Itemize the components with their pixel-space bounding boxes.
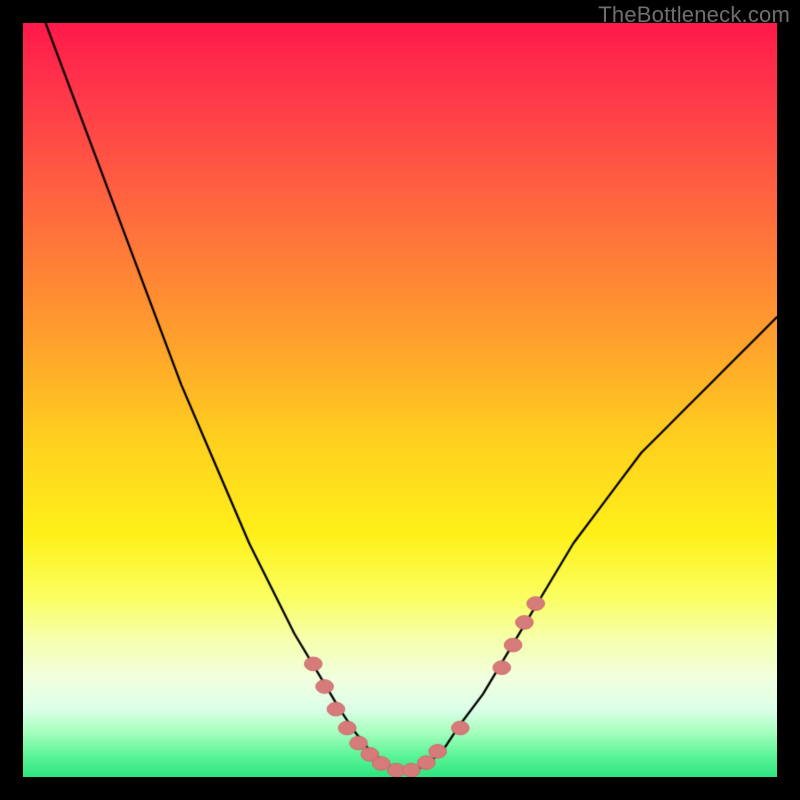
- watermark-text: TheBottleneck.com: [598, 2, 790, 28]
- markers-canvas: [23, 23, 777, 777]
- plot-frame: [23, 23, 777, 777]
